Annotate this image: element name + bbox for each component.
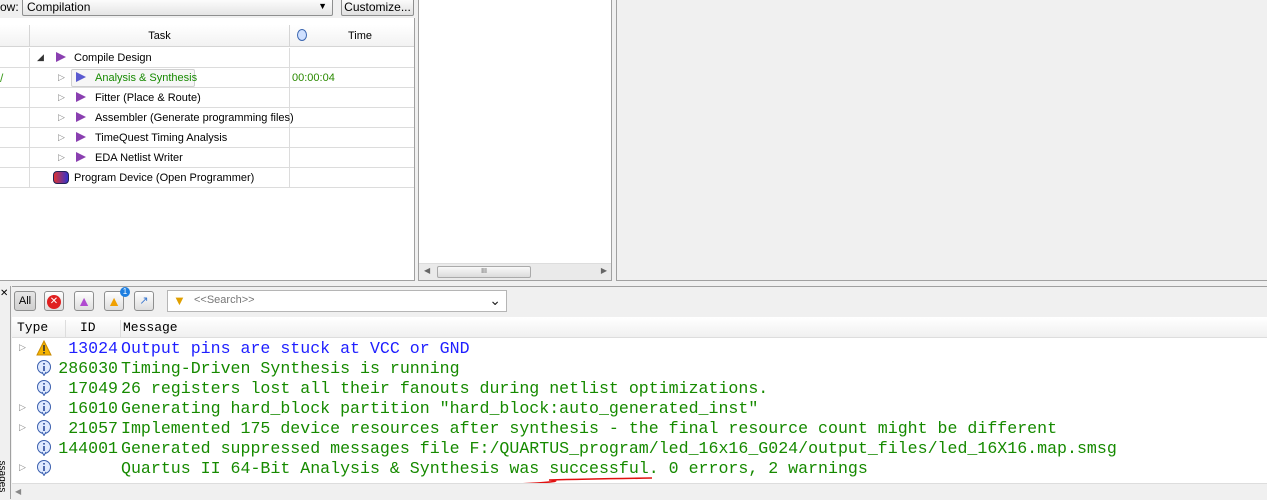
task-label: Program Device (Open Programmer) [74, 172, 255, 184]
time-column-header[interactable]: Time [290, 25, 414, 47]
dropdown-arrow-icon: ▼ [318, 1, 327, 11]
id-column-header[interactable]: ID [66, 320, 121, 338]
message-column-header[interactable]: Message [121, 320, 421, 338]
message-text: Output pins are stuck at VCC or GND [121, 339, 470, 358]
warning-count-badge: 1 [120, 287, 130, 297]
scroll-thumb[interactable]: III [437, 266, 531, 278]
filter-funnel-icon: ▼ [173, 293, 186, 308]
message-id: 13024 [68, 339, 118, 358]
play-icon[interactable] [76, 132, 86, 142]
task-row-timequest[interactable]: ▷ TimeQuest Timing Analysis [0, 128, 414, 148]
message-row[interactable]: 17049 26 registers lost all their fanouts… [12, 379, 1267, 399]
filter-warnings-button[interactable]: ▲ 1 [104, 287, 130, 311]
task-time: 00:00:04 [292, 72, 335, 84]
message-search-input[interactable]: ▼ <<Search>> ⌄ [167, 290, 507, 312]
task-row-fitter[interactable]: ▷ Fitter (Place & Route) [0, 88, 414, 108]
expand-icon[interactable]: ▷ [58, 132, 65, 143]
customize-button[interactable]: Customize... [341, 0, 414, 16]
message-text: 26 registers lost all their fanouts duri… [121, 379, 769, 398]
tasks-header: Task Time [0, 25, 414, 47]
task-label: Analysis & Synthesis [95, 72, 198, 84]
programmer-icon[interactable] [53, 171, 69, 184]
message-text: Generating hard_block partition "hard_bl… [121, 399, 759, 418]
task-label: EDA Netlist Writer [95, 152, 183, 164]
message-row[interactable]: ▷ 13024 Output pins are stuck at VCC or GN… [12, 339, 1267, 359]
expand-icon[interactable]: ▷ [58, 112, 65, 123]
play-icon[interactable] [76, 152, 86, 162]
message-text: Quartus II 64-Bit Analysis & Synthesis w… [121, 459, 868, 478]
task-row-analysis-synthesis[interactable]: / ▷ Analysis & Synthesis 00:00:04 [0, 68, 414, 88]
hierarchy-panel [418, 0, 612, 281]
filter-critical-warnings-button[interactable]: ▲ [74, 291, 94, 311]
message-id: 144001 [58, 439, 118, 458]
play-icon[interactable] [76, 72, 86, 82]
task-row-assembler[interactable]: ▷ Assembler (Generate programming files) [0, 108, 414, 128]
message-row[interactable]: ▷ Quartus II 64-Bit Analysis & Synthesis … [12, 459, 1267, 479]
scroll-right-icon[interactable]: ▶ [601, 266, 607, 275]
type-column-header[interactable]: Type [12, 320, 66, 338]
play-icon[interactable] [76, 112, 86, 122]
message-row[interactable]: 286030 Timing-Driven Synthesis is running [12, 359, 1267, 379]
flow-select[interactable]: Compilation ▼ [22, 0, 333, 16]
error-icon: ✕ [47, 295, 61, 309]
messages-panel: All ✕ ▲ ▲ 1 ↗ ▼ <<Search>> ⌄ Type ID Mes… [12, 286, 1267, 500]
warning-icon: ▲ [107, 293, 121, 309]
task-column-header[interactable]: Task [30, 25, 290, 47]
info-icon [37, 460, 51, 476]
messages-horizontal-scrollbar[interactable]: ◀ [12, 483, 1267, 500]
message-text: Implemented 175 device resources after s… [121, 419, 1058, 438]
search-placeholder: <<Search>> [194, 294, 255, 306]
message-row[interactable]: ▷ 16010 Generating hard_block partition "h… [12, 399, 1267, 419]
side-tab-label: ssages [0, 460, 8, 493]
critical-warning-icon: ▲ [77, 293, 91, 309]
message-id: 21057 [68, 419, 118, 438]
task-row-compile-design[interactable]: ◢ Compile Design [0, 48, 414, 68]
time-header-label: Time [348, 30, 373, 42]
message-text: Timing-Driven Synthesis is running [121, 359, 460, 378]
messages-header: Type ID Message [12, 318, 1267, 338]
collapse-icon[interactable]: ◢ [37, 52, 44, 63]
message-text: Generated suppressed messages file F:/QU… [121, 439, 1117, 458]
message-id: 16010 [68, 399, 118, 418]
flow-selected-value: Compilation [27, 0, 91, 14]
scroll-left-icon[interactable]: ◀ [15, 487, 21, 496]
scroll-left-icon[interactable]: ◀ [424, 266, 430, 275]
task-row-eda-netlist[interactable]: ▷ EDA Netlist Writer [0, 148, 414, 168]
play-icon[interactable] [56, 52, 66, 62]
horizontal-scrollbar[interactable]: ◀ III ▶ [419, 263, 611, 280]
task-row-program-device[interactable]: Program Device (Open Programmer) [0, 168, 414, 188]
task-label: Compile Design [74, 52, 152, 64]
task-label: TimeQuest Timing Analysis [95, 132, 228, 144]
close-icon[interactable]: ✕ [0, 288, 8, 299]
expand-icon[interactable]: ▷ [58, 72, 65, 83]
suppress-icon: ↗ [139, 295, 149, 307]
task-label: Assembler (Generate programming files) [95, 112, 294, 124]
task-label: Fitter (Place & Route) [95, 92, 201, 104]
messages-side-tab[interactable]: ✕ ssages [0, 286, 11, 499]
checkmark-icon: / [0, 71, 4, 85]
filter-info-button[interactable]: ↗ [134, 291, 154, 311]
expand-icon[interactable]: ▷ [58, 92, 65, 103]
filter-errors-button[interactable]: ✕ [44, 291, 64, 311]
filter-all-button[interactable]: All [14, 291, 36, 311]
chevron-down-icon[interactable]: ⌄ [489, 292, 501, 309]
message-id: 17049 [68, 379, 118, 398]
message-id: 286030 [58, 359, 118, 378]
play-icon[interactable] [76, 92, 86, 102]
main-panel [616, 0, 1267, 281]
status-column-header[interactable] [0, 25, 30, 47]
expand-icon[interactable]: ▷ [58, 152, 65, 163]
messages-toolbar: All ✕ ▲ ▲ 1 ↗ ▼ <<Search>> ⌄ [12, 287, 1267, 317]
tasks-panel: ow: Compilation ▼ Customize... Task Time … [0, 0, 415, 281]
flow-label: ow: [0, 0, 19, 14]
message-row[interactable]: ▷ 21057 Implemented 175 device resources a… [12, 419, 1267, 439]
clock-icon [297, 29, 307, 41]
message-row[interactable]: 144001 Generated suppressed messages file… [12, 439, 1267, 459]
flow-bar: ow: Compilation ▼ Customize... [0, 0, 415, 18]
expand-icon[interactable]: ▷ [19, 462, 26, 473]
